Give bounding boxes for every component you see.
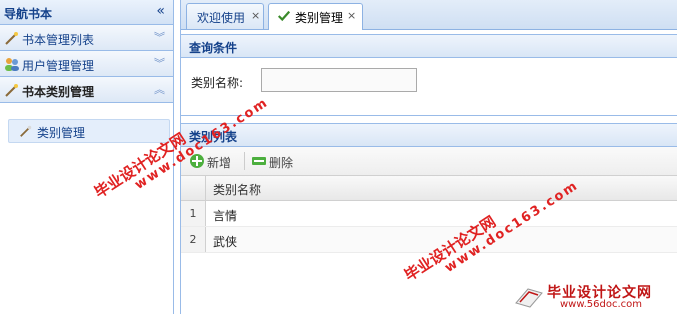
- accordion-label: 用户管理管理: [22, 59, 95, 73]
- category-name-cell: 言情: [213, 209, 238, 223]
- nav-body: 类别管理: [0, 103, 173, 314]
- delete-button[interactable]: 删除: [251, 153, 303, 170]
- main-panel: 欢迎使用 × 类别管理 × 查询条件 类别名称: 类别列表 新增 删除 类别名称…: [180, 0, 677, 314]
- accordion-label: 书本类别管理: [22, 85, 95, 99]
- accordion-category-management[interactable]: 书本类别管理 ︽: [0, 77, 173, 103]
- row-number-header: [181, 176, 206, 200]
- query-panel: 类别名称:: [181, 58, 677, 116]
- column-header-category-name[interactable]: 类别名称: [213, 181, 261, 198]
- row-number: 2: [181, 227, 206, 252]
- category-name-label: 类别名称:: [191, 76, 244, 90]
- close-icon[interactable]: ×: [347, 9, 356, 22]
- accordion-book-list[interactable]: 书本管理列表 ︾: [0, 25, 173, 51]
- table-row[interactable]: 2 武侠: [181, 227, 677, 253]
- wand-icon: [5, 84, 18, 97]
- list-title: 类别列表: [189, 130, 238, 144]
- list-panel-title: 类别列表: [181, 123, 677, 147]
- tab-label: 类别管理: [295, 11, 344, 25]
- add-label: 新增: [207, 156, 232, 170]
- double-chevron-left-icon[interactable]: «: [156, 3, 165, 19]
- chevron-up-icon[interactable]: ︽: [154, 81, 165, 97]
- tab-bar: 欢迎使用 × 类别管理 ×: [181, 0, 677, 30]
- tab-label: 欢迎使用: [197, 11, 246, 25]
- nav-item-category[interactable]: 类别管理: [8, 119, 170, 143]
- grid-toolbar: 新增 删除: [181, 147, 677, 176]
- category-name-cell: 武侠: [213, 235, 238, 249]
- nav-item-label: 类别管理: [37, 126, 86, 140]
- plus-icon: [190, 154, 204, 168]
- chevron-down-icon[interactable]: ︾: [154, 55, 165, 71]
- grid-header: 类别名称: [181, 176, 677, 201]
- wand-icon: [5, 32, 18, 45]
- nav-title: 导航书本: [4, 7, 53, 21]
- query-panel-title: 查询条件: [181, 34, 677, 58]
- query-title: 查询条件: [189, 41, 238, 55]
- table-row[interactable]: 1 言情: [181, 201, 677, 227]
- accordion-user-management[interactable]: 用户管理管理 ︾: [0, 51, 173, 77]
- delete-label: 删除: [269, 156, 294, 170]
- tab-category-management[interactable]: 类别管理 ×: [268, 3, 363, 30]
- close-icon[interactable]: ×: [251, 9, 260, 22]
- users-icon: [5, 58, 19, 71]
- tab-welcome[interactable]: 欢迎使用 ×: [186, 3, 264, 29]
- chevron-down-icon[interactable]: ︾: [154, 29, 165, 45]
- checkmark-icon: [277, 10, 291, 22]
- accordion-label: 书本管理列表: [22, 33, 95, 47]
- toolbar-separator: [244, 152, 245, 170]
- row-number: 1: [181, 201, 206, 226]
- minus-icon: [252, 157, 266, 165]
- category-name-input[interactable]: [261, 68, 417, 92]
- navigation-panel: 导航书本 « 书本管理列表 ︾ 用户管理管理 ︾ 书本类别管理 ︽ 类别管理: [0, 0, 174, 314]
- nav-header: 导航书本 «: [0, 0, 173, 25]
- add-button[interactable]: 新增: [189, 153, 241, 170]
- category-grid: 类别名称 1 言情 2 武侠: [181, 176, 677, 253]
- wand-icon: [20, 125, 32, 137]
